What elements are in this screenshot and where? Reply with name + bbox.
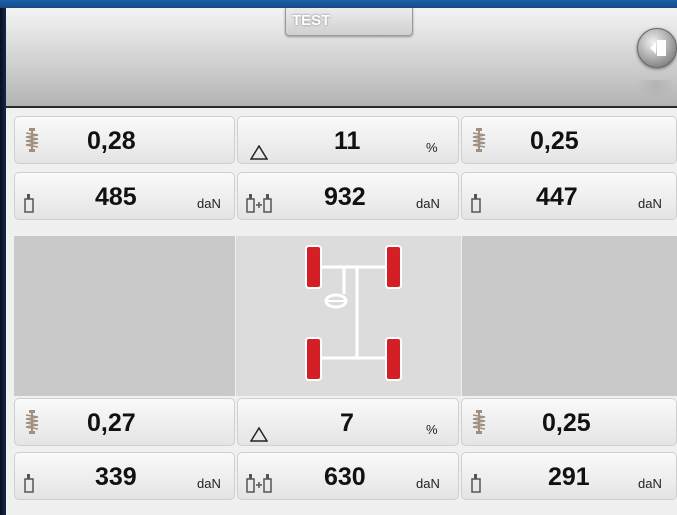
delta-icon (250, 427, 268, 442)
front-left-damping-value: 0,28 (87, 127, 136, 155)
rear-delta-cell: 7 % (237, 398, 459, 446)
delta-icon (250, 145, 268, 160)
tab-test[interactable]: TEST (285, 8, 413, 36)
wheel-weight-icon (471, 474, 481, 493)
exit-button-reflection (637, 80, 675, 100)
rear-left-damping-cell: 0,27 (14, 398, 235, 446)
vehicle-diagram-panel (236, 236, 461, 396)
rear-right-weight-cell: 291 daN (461, 452, 677, 500)
rear-right-weight-value: 291 (548, 463, 590, 491)
rear-right-weight-unit: daN (638, 476, 662, 491)
front-right-damping-value: 0,25 (530, 127, 579, 155)
front-right-wheel (385, 245, 402, 289)
vehicle-chassis-icon (305, 245, 402, 381)
rear-right-damping-value: 0,25 (542, 409, 591, 437)
axle-weight-icon (246, 194, 272, 213)
rear-left-weight-value: 339 (95, 463, 137, 491)
front-right-weight-unit: daN (638, 196, 662, 211)
front-right-damping-cell: 0,25 (461, 116, 677, 164)
front-left-wheel (305, 245, 322, 289)
rear-right-wheel (385, 337, 402, 381)
wheel-weight-icon (471, 194, 481, 213)
rear-delta-unit: % (426, 422, 438, 437)
rear-left-damping-value: 0,27 (87, 409, 136, 437)
left-side-area (14, 236, 235, 396)
header-bar: TEST (6, 8, 677, 108)
front-left-weight-cell: 485 daN (14, 172, 235, 220)
right-side-area (462, 236, 677, 396)
exit-button[interactable] (637, 28, 677, 68)
wheel-weight-icon (24, 474, 34, 493)
front-delta-unit: % (426, 140, 438, 155)
shock-absorber-icon (472, 410, 486, 434)
rear-total-weight-value: 630 (324, 463, 366, 491)
wheel-weight-icon (24, 194, 34, 213)
shock-absorber-icon (25, 410, 39, 434)
front-right-weight-cell: 447 daN (461, 172, 677, 220)
results-panel: 0,28 11 % 0,25 485 daN 932 daN 447 daN 0… (6, 108, 677, 515)
front-left-damping-cell: 0,28 (14, 116, 235, 164)
axle-weight-icon (246, 474, 272, 493)
rear-left-weight-cell: 339 daN (14, 452, 235, 500)
rear-left-wheel (305, 337, 322, 381)
front-total-weight-cell: 932 daN (237, 172, 459, 220)
rear-right-damping-cell: 0,25 (461, 398, 677, 446)
rear-delta-value: 7 (340, 409, 354, 437)
front-total-weight-unit: daN (416, 196, 440, 211)
rear-total-weight-unit: daN (416, 476, 440, 491)
front-delta-value: 11 (334, 127, 361, 155)
front-right-weight-value: 447 (536, 183, 578, 211)
front-left-weight-value: 485 (95, 183, 137, 211)
front-total-weight-value: 932 (324, 183, 366, 211)
front-left-weight-unit: daN (197, 196, 221, 211)
rear-left-weight-unit: daN (197, 476, 221, 491)
shock-absorber-icon (25, 128, 39, 152)
front-delta-cell: 11 % (237, 116, 459, 164)
rear-total-weight-cell: 630 daN (237, 452, 459, 500)
top-accent-strip (0, 0, 677, 8)
exit-door-icon (650, 40, 666, 56)
shock-absorber-icon (472, 128, 486, 152)
